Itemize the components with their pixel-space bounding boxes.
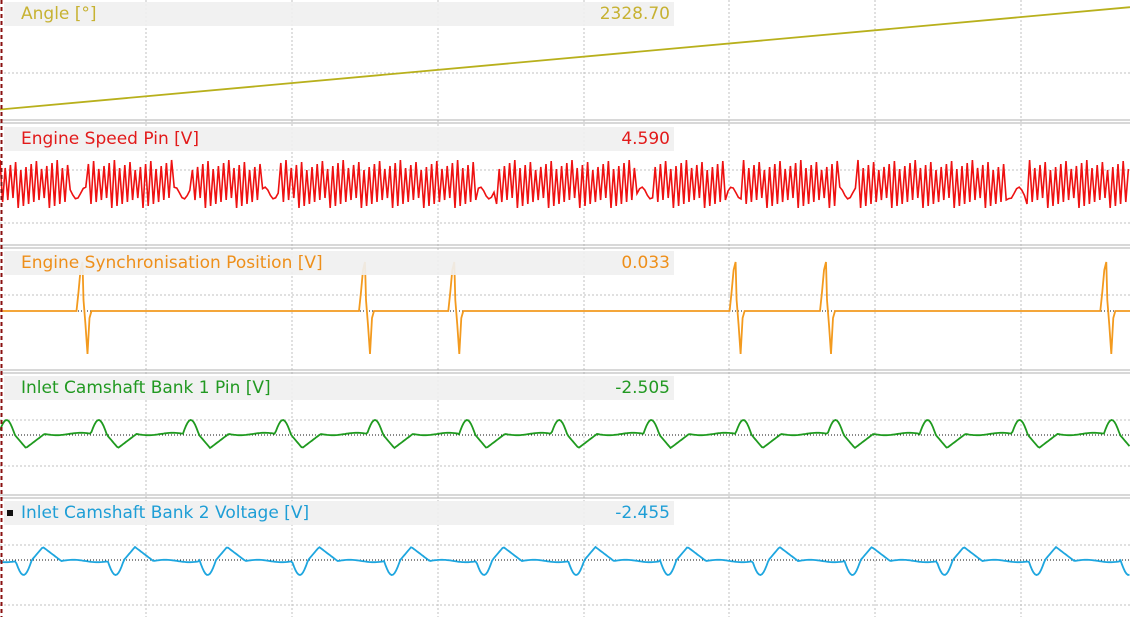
channel-label-inlet-cam-bank1[interactable]: Inlet Camshaft Bank 1 Pin [V] -2.505 xyxy=(4,376,674,400)
channel-label-engine-speed-pin[interactable]: Engine Speed Pin [V] 4.590 xyxy=(4,127,674,151)
channel-name: Angle [°] xyxy=(21,4,97,24)
channel-label-angle[interactable]: Angle [°] 2328.70 xyxy=(4,2,674,26)
trace-inlet-cam-bank1 xyxy=(0,419,1130,450)
trace-inlet-cam-bank2 xyxy=(0,545,1130,576)
channel-name: Inlet Camshaft Bank 2 Voltage [V] xyxy=(21,503,310,523)
channel-readout: 0.033 xyxy=(621,253,670,273)
channel-name: Inlet Camshaft Bank 1 Pin [V] xyxy=(21,378,271,398)
selected-channel-marker xyxy=(7,510,13,516)
channel-label-inlet-cam-bank2[interactable]: Inlet Camshaft Bank 2 Voltage [V] -2.455 xyxy=(4,501,674,525)
trace-engine-speed-pin xyxy=(0,159,1130,209)
channel-name: Engine Speed Pin [V] xyxy=(21,129,200,149)
channel-readout: 2328.70 xyxy=(599,4,670,24)
channel-readout: -2.505 xyxy=(615,378,670,398)
trace-engine-sync-position xyxy=(0,261,1130,355)
channel-separators xyxy=(0,119,1130,499)
channel-name: Engine Synchronisation Position [V] xyxy=(21,253,323,273)
channel-readout: 4.590 xyxy=(621,129,670,149)
channel-traces xyxy=(0,6,1130,576)
channel-label-engine-sync-position[interactable]: Engine Synchronisation Position [V] 0.03… xyxy=(4,251,674,275)
channel-readout: -2.455 xyxy=(615,503,670,523)
